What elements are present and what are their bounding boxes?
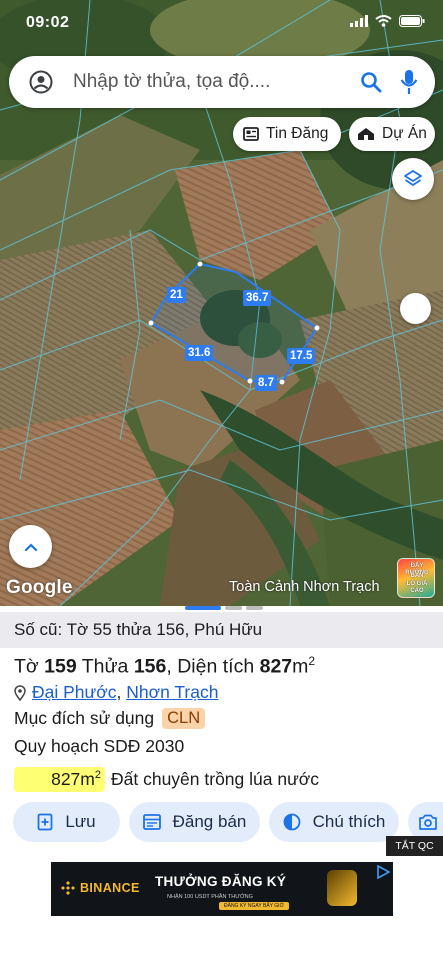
projects-chip-label: Dự Án [382, 125, 427, 142]
zone-description: Đất chuyên trồng lúa nước [111, 769, 320, 789]
expand-sheet-button[interactable] [9, 525, 52, 568]
purpose-label: Mục đích sử dụng [14, 708, 155, 728]
sheet-pager [185, 606, 263, 610]
map-caption[interactable]: Toàn Cảnh Nhơn Trạch [229, 579, 380, 595]
ad-cta[interactable]: ĐĂNG KÝ NGAY BÂY GIỜ [219, 902, 289, 910]
ad-subtitle: NHẬN 100 USDT PHẦN THƯỞNG [167, 894, 253, 900]
battery-icon [399, 15, 425, 27]
contrast-icon [283, 813, 301, 831]
district-link[interactable]: Nhơn Trạch [126, 682, 218, 702]
plot-edge-label: 21 [167, 287, 186, 303]
binance-diamond-icon [61, 881, 75, 895]
ad-title: THƯỞNG ĐĂNG KÝ [155, 874, 287, 889]
parcel-location: Đại Phước, Nhơn Trạch [14, 682, 218, 703]
cellular-signal-icon [350, 15, 368, 27]
separator: , [116, 682, 122, 702]
ad-banner[interactable]: BINANCE THƯỞNG ĐĂNG KÝ NHẬN 100 USDT PHẦ… [51, 862, 393, 916]
search-bar[interactable]: Nhập tờ thửa, tọa độ.... [9, 56, 435, 108]
promo-thumbnail[interactable]: ĐẤY RƯỜNG BÁN LÔ GIÁ CAO [397, 558, 435, 598]
projects-chip[interactable]: Dự Án [349, 117, 435, 151]
ward-link[interactable]: Đại Phước [32, 682, 116, 702]
ad-coin-image [327, 870, 357, 906]
chevron-up-icon [24, 542, 37, 551]
close-ad-button[interactable]: TẮT QC [386, 836, 443, 856]
area-value: 827 [259, 655, 293, 678]
zone-area-badge: 827m2 [14, 767, 105, 792]
parcel-title: Tờ 159 Thửa 156, Diện tích 827m2 [14, 654, 315, 679]
plot-edge-label: 36.7 [243, 290, 272, 306]
sheet-label: Tờ [14, 655, 39, 678]
legend-label: Chú thích [312, 812, 386, 831]
zone-area-sup: 2 [94, 769, 101, 782]
add-photo-icon [419, 814, 437, 830]
binance-logo: BINANCE [61, 881, 140, 895]
parcel-number: 156 [133, 655, 167, 678]
listings-chip[interactable]: Tin Đăng [233, 117, 341, 151]
plot-edge-label: 17.5 [287, 348, 316, 364]
legend-button[interactable]: Chú thích [269, 802, 399, 842]
newspaper-icon [243, 127, 259, 141]
action-bar: Lưu Đăng bán Chú thích [13, 802, 443, 842]
location-dot-button[interactable] [400, 293, 431, 324]
save-button[interactable]: Lưu [13, 802, 120, 842]
google-logo: Google [6, 577, 73, 598]
location-pin-icon [14, 684, 26, 701]
parcel-info-sheet: Số cũ: Tờ 55 thửa 156, Phú Hữu Tờ 159 Th… [0, 606, 443, 960]
promo-line: BÁN [410, 573, 424, 579]
land-use-purpose: Mục đích sử dụng CLN [14, 708, 206, 729]
listings-chip-label: Tin Đăng [266, 125, 329, 142]
ad-brand: BINANCE [80, 881, 140, 895]
plot-edge-label: 8.7 [255, 375, 277, 391]
planning-label: Quy hoạch SDĐ 2030 [14, 736, 185, 756]
wifi-icon [375, 15, 392, 27]
plot-edge-label: 31.6 [185, 345, 214, 361]
layers-icon [404, 170, 422, 186]
area-unit-sup: 2 [308, 654, 316, 668]
post-sale-label: Đăng bán [172, 812, 247, 831]
zone-area: 827m [51, 769, 95, 789]
old-parcel-info: Số cũ: Tờ 55 thửa 156, Phú Hữu [0, 612, 443, 648]
ad-choices-icon[interactable] [376, 865, 390, 879]
post-sale-button[interactable]: Đăng bán [129, 802, 260, 842]
account-icon[interactable] [29, 70, 53, 94]
status-bar: 09:02 [0, 0, 443, 46]
house-icon [358, 128, 374, 140]
microphone-icon[interactable] [399, 69, 419, 95]
area-unit: m [292, 655, 309, 678]
search-input[interactable]: Nhập tờ thửa, tọa độ.... [73, 71, 270, 93]
promo-line: LÔ GIÁ CAO [406, 581, 428, 594]
area-label: , Diện tích [166, 655, 255, 678]
purpose-code-badge: CLN [162, 708, 206, 729]
layers-button[interactable] [392, 158, 434, 200]
parcel-label: Thửa [81, 655, 129, 678]
status-time: 09:02 [26, 14, 70, 31]
zone-row: 827m2 Đất chuyên trồng lúa nước [14, 767, 319, 792]
save-label: Lưu [65, 812, 96, 831]
satellite-map[interactable]: 21 36.7 17.5 8.7 31.6 09:02 Nhập tờ thửa… [0, 0, 443, 606]
listing-icon [142, 814, 161, 830]
add-bookmark-icon [37, 813, 53, 831]
search-icon[interactable] [359, 70, 383, 94]
sheet-number: 159 [44, 655, 77, 678]
